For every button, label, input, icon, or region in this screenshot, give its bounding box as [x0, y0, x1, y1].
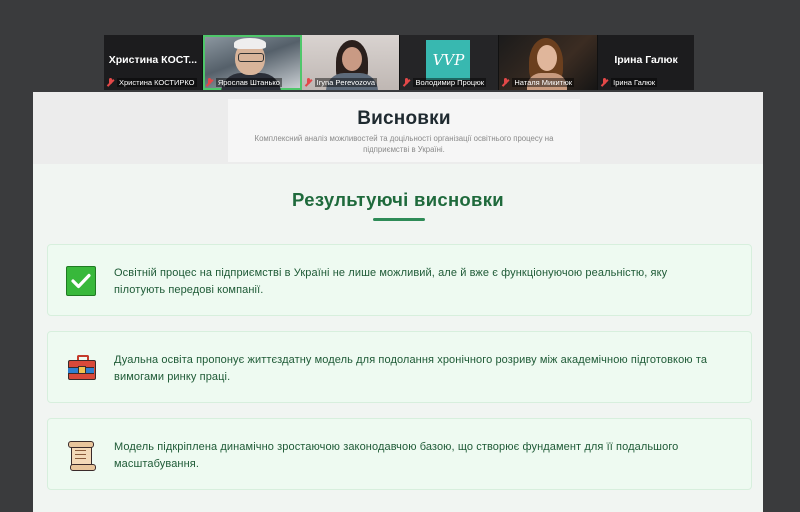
section-title-underline — [373, 218, 425, 221]
participant-name-label: Iryna Perevozova — [314, 78, 378, 87]
slide-title: Висновки — [357, 108, 451, 129]
participant-name-label: Ірина Галюк — [611, 78, 658, 87]
mic-muted-icon — [107, 78, 114, 87]
participant-tile[interactable]: Наталя Микитюк — [499, 35, 599, 90]
scroll-icon — [66, 440, 96, 471]
participant-tile-active-speaker[interactable]: Ярослав Штанько — [202, 35, 302, 90]
participant-tile[interactable]: Iryna Perevozova — [301, 35, 401, 90]
section-title: Результуючі висновки — [292, 189, 504, 210]
participant-logo: VVP — [426, 40, 471, 80]
conclusion-card: Дуальна освіта пропонує життєздатну моде… — [47, 331, 752, 403]
participant-name-label: Ярослав Штанько — [215, 78, 282, 87]
participant-caption: Володимир Процюк — [403, 77, 496, 88]
participant-tile[interactable]: Ірина Галюк Ірина Галюк — [598, 35, 694, 90]
slide-header: Висновки Комплексний аналіз можливостей … — [228, 99, 580, 162]
shared-slide: Висновки Комплексний аналіз можливостей … — [33, 92, 763, 512]
participant-caption: Ірина Галюк — [601, 77, 692, 88]
participant-display-name: Христина КОСТ... — [108, 54, 198, 66]
briefcase-icon — [66, 353, 96, 383]
mic-muted-icon — [601, 78, 608, 87]
participant-caption: Наталя Микитюк — [502, 77, 595, 88]
participant-name-label: Наталя Микитюк — [512, 78, 575, 87]
participant-caption: Ярослав Штанько — [206, 77, 299, 88]
conclusion-text: Модель підкріплена динамічно зростаючою … — [114, 441, 679, 470]
mic-muted-icon — [305, 78, 312, 87]
participant-display-name: Ірина Галюк — [614, 54, 678, 66]
video-figure-glasses — [237, 53, 264, 62]
conclusion-text: Дуальна освіта пропонує життєздатну моде… — [114, 354, 708, 383]
participant-name-label: Христина КОСТИРКО — [117, 78, 197, 87]
participant-caption: Христина КОСТИРКО — [107, 77, 200, 88]
slide-subtitle: Комплексний аналіз можливостей та доціль… — [254, 134, 554, 154]
participant-caption: Iryna Perevozova — [305, 77, 398, 88]
mic-muted-icon — [206, 78, 213, 87]
participant-tile[interactable]: VVP Володимир Процюк — [400, 35, 500, 90]
mic-muted-icon — [403, 78, 410, 87]
conclusion-text: Освітній процес на підприємстві в Україн… — [114, 267, 668, 296]
conclusion-card: Освітній процес на підприємстві в Україн… — [47, 244, 752, 316]
mic-muted-icon — [502, 78, 509, 87]
participant-name-label: Володимир Процюк — [413, 78, 487, 87]
participant-strip: Христина КОСТ... Христина КОСТИРКО Яросл… — [104, 35, 694, 90]
participant-tile[interactable]: Христина КОСТ... Христина КОСТИРКО — [104, 35, 203, 90]
video-figure-face — [341, 47, 362, 71]
conclusion-card: Модель підкріплена динамічно зростаючою … — [47, 418, 752, 490]
video-figure-hair — [233, 38, 266, 49]
check-icon — [66, 266, 96, 296]
